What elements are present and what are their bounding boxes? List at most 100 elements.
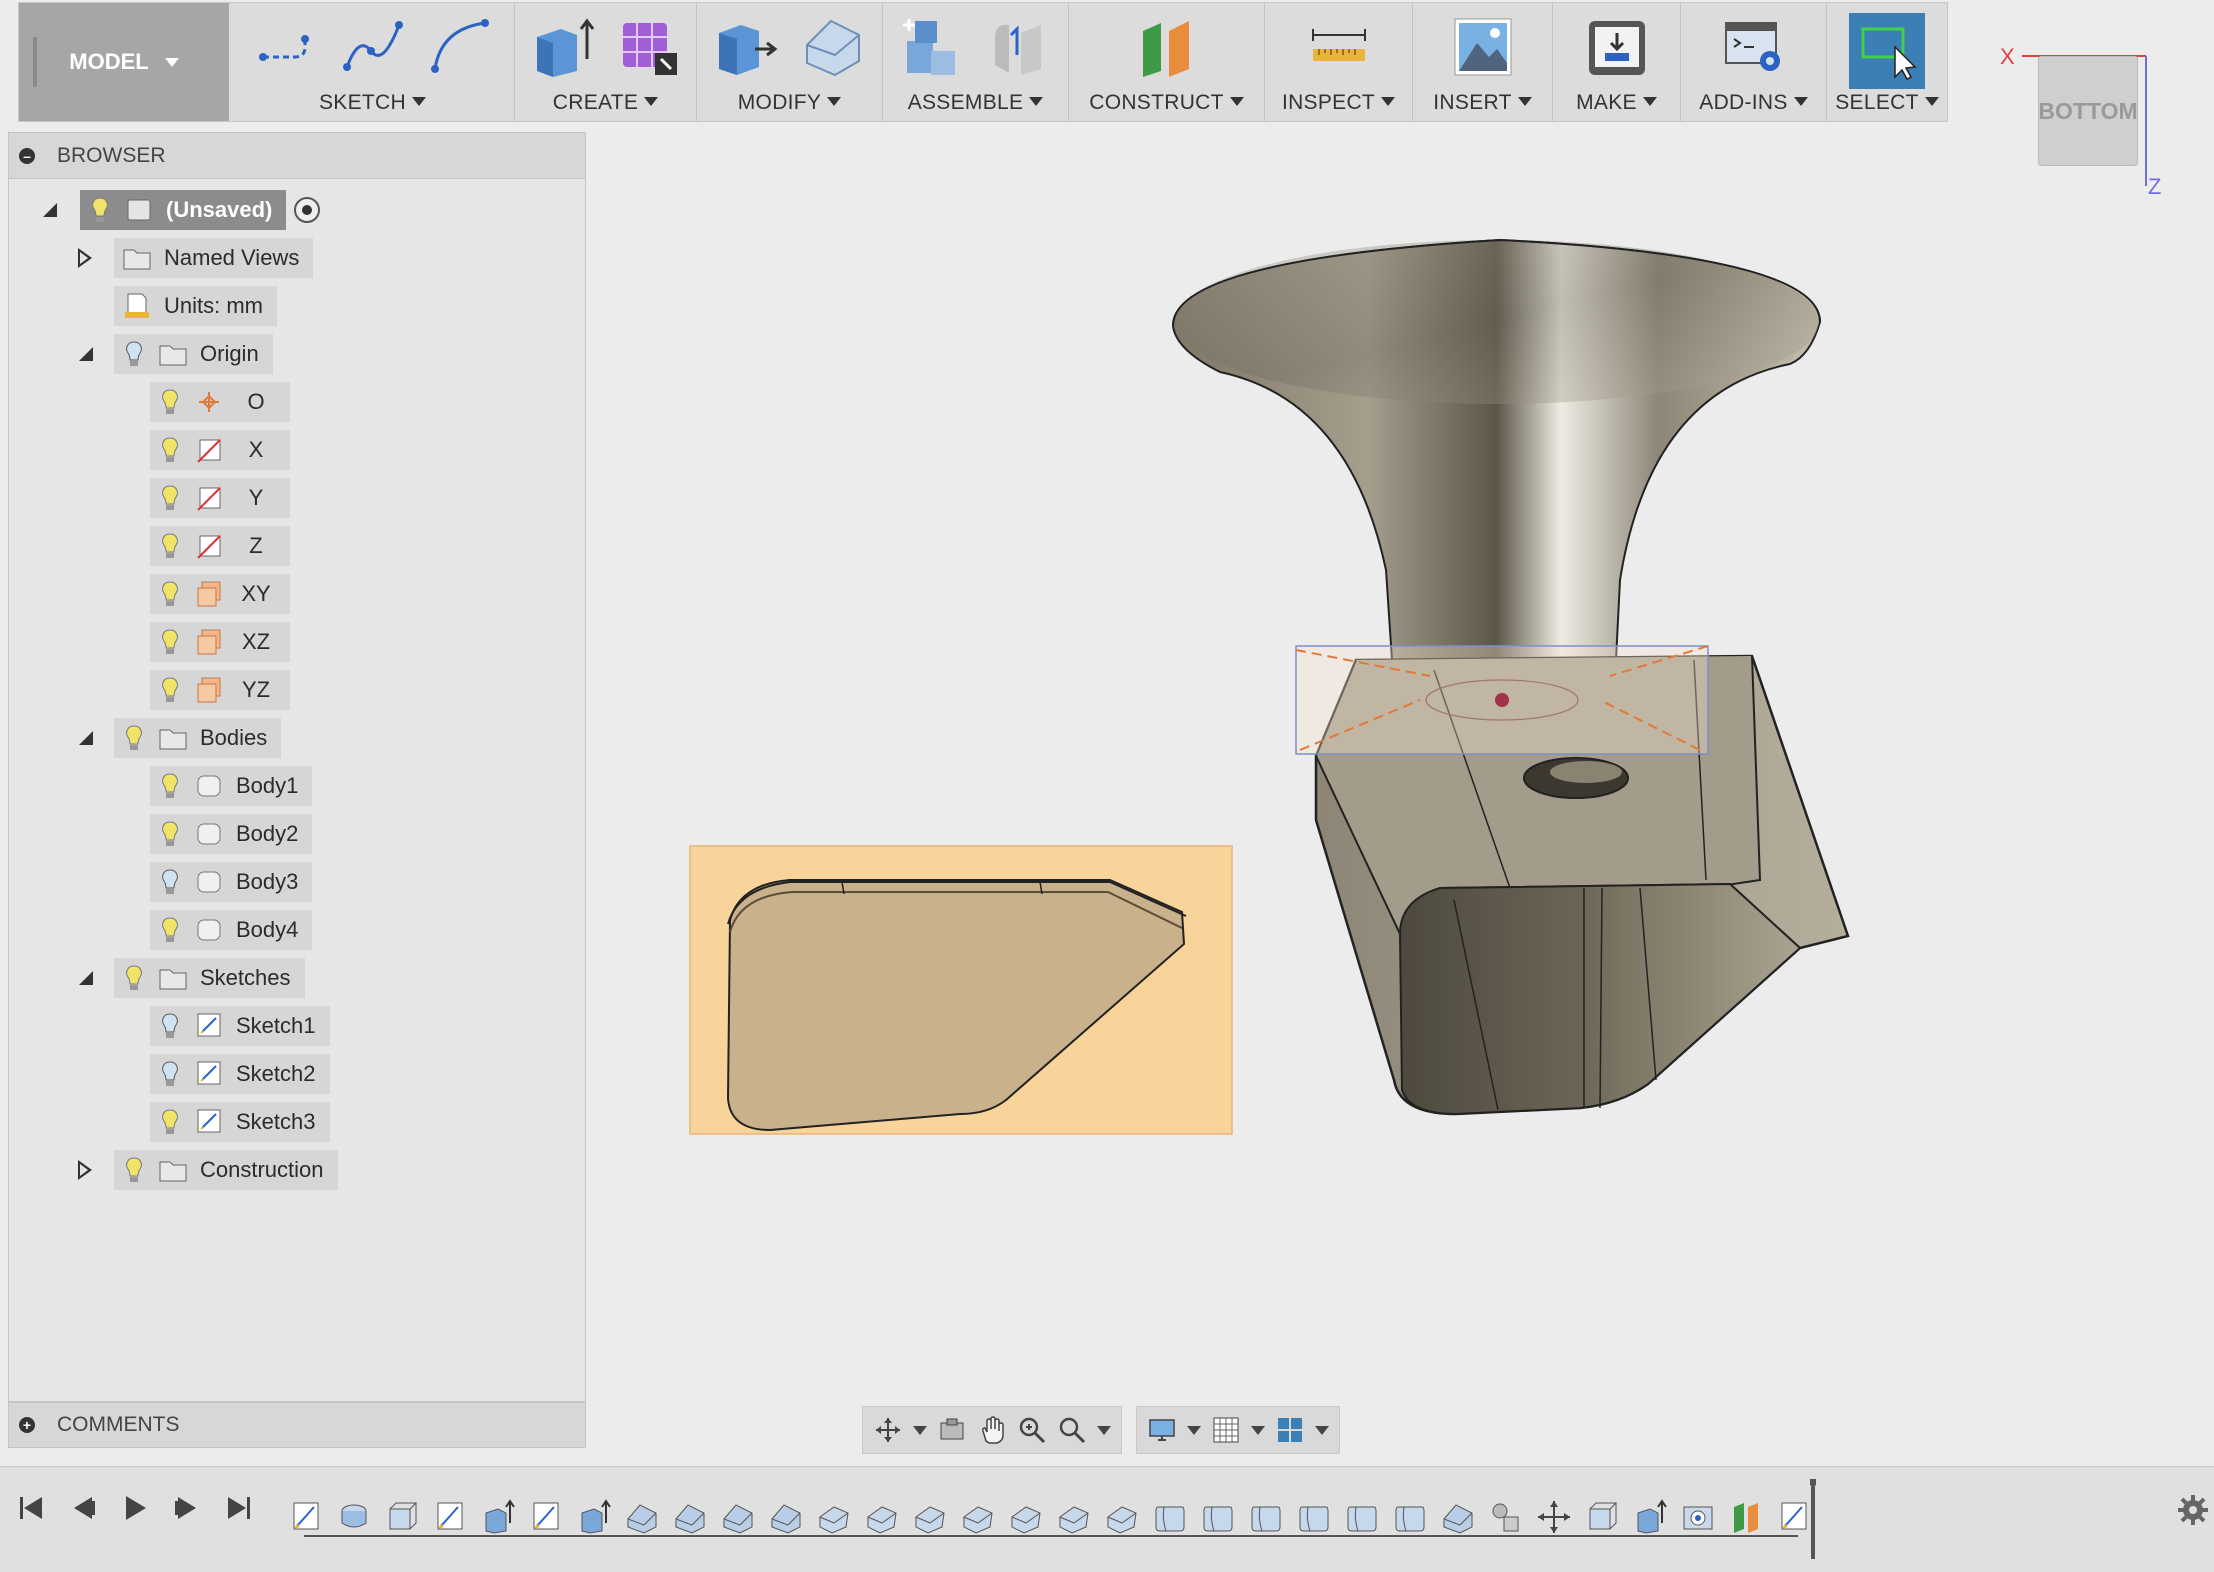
chevron-down-icon[interactable] [913,1425,927,1435]
assemble-group[interactable]: ASSEMBLE [883,3,1069,121]
tree-item-sketches[interactable]: Sketches [114,958,305,998]
timeline-extrude-icon[interactable] [576,1499,612,1535]
chevron-down-icon[interactable] [1187,1425,1201,1435]
tree-item-construction[interactable]: Construction [114,1150,338,1190]
step-forward-icon[interactable] [170,1491,204,1525]
tree-item-origin-y[interactable]: Y [150,478,290,518]
lightbulb-icon[interactable] [122,340,146,368]
grid-settings-icon[interactable] [1211,1415,1241,1445]
lightbulb-icon[interactable] [88,196,112,224]
collapse-icon[interactable]: – [19,147,35,164]
image-icon[interactable] [1451,15,1515,79]
lightbulb-icon[interactable] [158,772,182,800]
play-icon[interactable] [118,1491,152,1525]
tree-item-body2[interactable]: Body2 [150,814,313,854]
timeline-chamfer-icon[interactable] [1104,1499,1140,1535]
step-back-icon[interactable] [66,1491,100,1525]
form-icon[interactable] [617,15,681,79]
lightbulb-icon[interactable] [158,1012,182,1040]
model-canvas[interactable] [590,124,2214,1454]
tree-item-origin[interactable]: Origin [114,334,273,374]
tree-item-body4[interactable]: Body4 [150,910,313,950]
tree-item-origin-o[interactable]: O [150,382,290,422]
tree-item-origin-x[interactable]: X [150,430,290,470]
tree-item-origin-z[interactable]: Z [150,526,290,566]
timeline-extrude-icon[interactable] [1632,1499,1668,1535]
timeline-box-icon[interactable] [384,1499,420,1535]
timeline-sketch-icon[interactable] [528,1499,564,1535]
chevron-down-icon[interactable] [1251,1425,1265,1435]
display-settings-icon[interactable] [1147,1415,1177,1445]
toolbar-grip[interactable] [33,37,37,87]
sketch-group[interactable]: SKETCH [231,3,515,121]
lightbulb-icon[interactable] [158,676,182,704]
tree-item-origin-xz[interactable]: XZ [150,622,290,662]
scripts-icon[interactable] [1722,15,1786,79]
lightbulb-icon[interactable] [158,820,182,848]
create-group[interactable]: CREATE [515,3,697,121]
tree-item-root[interactable]: (Unsaved) [80,190,322,230]
timeline-chamfer-icon[interactable] [912,1499,948,1535]
canvas-viewport[interactable] [590,124,2214,1454]
lightbulb-icon[interactable] [158,1108,182,1136]
horn-body[interactable] [1171,238,1822,661]
timeline-sketch-icon[interactable] [288,1499,324,1535]
timeline-chamfer-icon[interactable] [816,1499,852,1535]
tree-item-body3[interactable]: Body3 [150,862,313,902]
select-tool[interactable] [1849,13,1925,89]
timeline-fillet-icon[interactable] [672,1499,708,1535]
timeline-extrude-icon[interactable] [480,1499,516,1535]
timeline-shell-icon[interactable] [1296,1499,1332,1535]
chevron-down-icon[interactable] [1315,1425,1329,1435]
timeline-joint-icon[interactable] [1488,1499,1524,1535]
timeline-fillet-icon[interactable] [768,1499,804,1535]
expand-toggle-bodies[interactable] [76,728,96,748]
new-component-icon[interactable] [901,15,965,79]
3d-print-icon[interactable] [1585,15,1649,79]
timeline-sketch-icon[interactable] [432,1499,468,1535]
extrude-icon[interactable] [531,15,595,79]
timeline-chamfer-icon[interactable] [1056,1499,1092,1535]
timeline-fillet-icon[interactable] [624,1499,660,1535]
offset-plane-icon[interactable] [1135,15,1199,79]
timeline-fillet-icon[interactable] [1440,1499,1476,1535]
sketch-profile-selection[interactable] [689,845,1233,1135]
tree-item-origin-xy[interactable]: XY [150,574,290,614]
timeline-plane-icon[interactable] [1728,1499,1764,1535]
modify-group[interactable]: MODIFY [697,3,883,121]
timeline-shell-icon[interactable] [1200,1499,1236,1535]
lightbulb-icon[interactable] [158,916,182,944]
spline-icon[interactable] [341,15,405,79]
timeline-marker[interactable] [1810,1479,1816,1559]
lightbulb-icon[interactable] [158,484,182,512]
timeline-shell-icon[interactable] [1248,1499,1284,1535]
lightbulb-icon[interactable] [158,628,182,656]
add-ins-group[interactable]: ADD-INS [1681,3,1827,121]
expand-toggle-construction[interactable] [76,1160,96,1180]
viewports-icon[interactable] [1275,1415,1305,1445]
expand-toggle-sketches[interactable] [76,968,96,988]
measure-icon[interactable] [1307,15,1371,79]
timeline-shell-icon[interactable] [1344,1499,1380,1535]
browser-header[interactable]: – BROWSER [9,133,585,179]
comments-panel[interactable]: + COMMENTS [8,1402,586,1448]
tree-item-units[interactable]: Units: mm [114,286,277,326]
expand-toggle-root[interactable] [40,200,60,220]
timeline-fillet-icon[interactable] [720,1499,756,1535]
timeline-chamfer-icon[interactable] [960,1499,996,1535]
timeline-settings-gear-icon[interactable] [2176,1493,2210,1527]
timeline-revolve-icon[interactable] [336,1499,372,1535]
tree-item-named-views[interactable]: Named Views [114,238,314,278]
insert-group[interactable]: INSERT [1413,3,1553,121]
expand-toggle-named-views[interactable] [76,248,96,268]
workspace-switcher[interactable]: MODEL [19,3,229,121]
lightbulb-icon[interactable] [158,436,182,464]
activate-radio-icon[interactable] [292,195,322,225]
construct-group[interactable]: CONSTRUCT [1069,3,1265,121]
look-at-icon[interactable] [937,1415,967,1445]
timeline-sketch-icon[interactable] [1776,1499,1812,1535]
chevron-down-icon[interactable] [1097,1425,1111,1435]
arc-icon[interactable] [427,15,491,79]
go-to-end-icon[interactable] [222,1491,256,1525]
line-icon[interactable] [255,15,319,79]
